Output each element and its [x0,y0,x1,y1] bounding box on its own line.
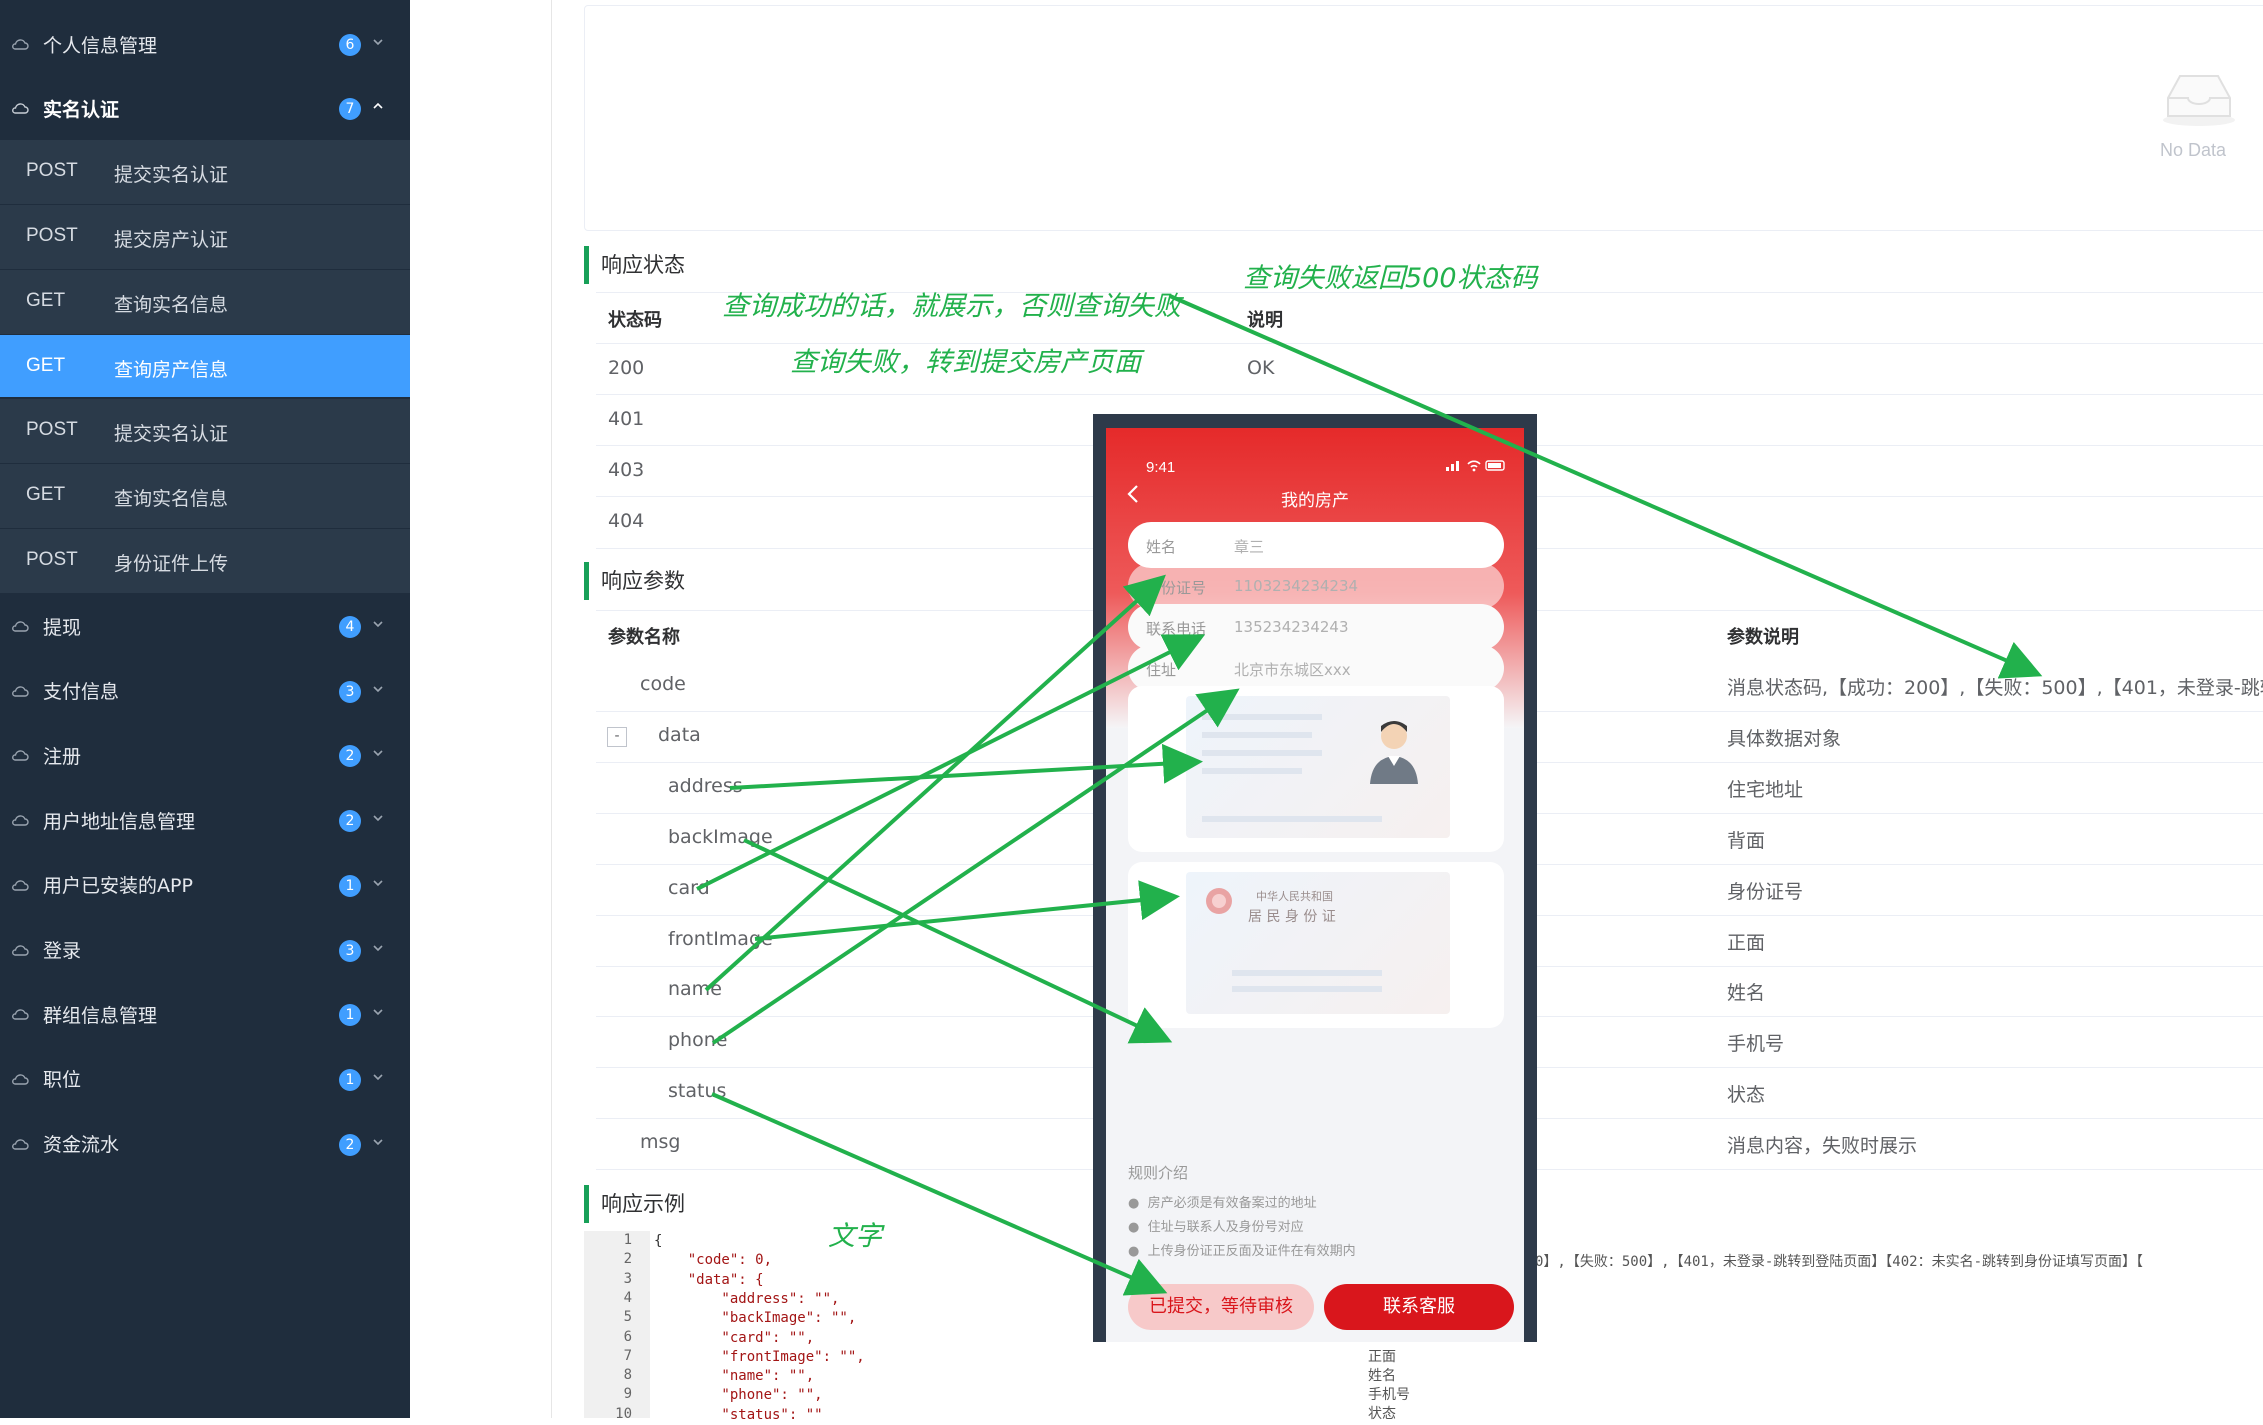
arrow-line [1169,294,2043,679]
arrow-line [711,688,1240,1045]
arrow-line [754,880,1180,941]
arrow-line [696,634,1206,891]
annotation-arrows [696,294,2043,1296]
arrow-line [711,1092,1168,1296]
arrow-line [743,838,1173,1044]
